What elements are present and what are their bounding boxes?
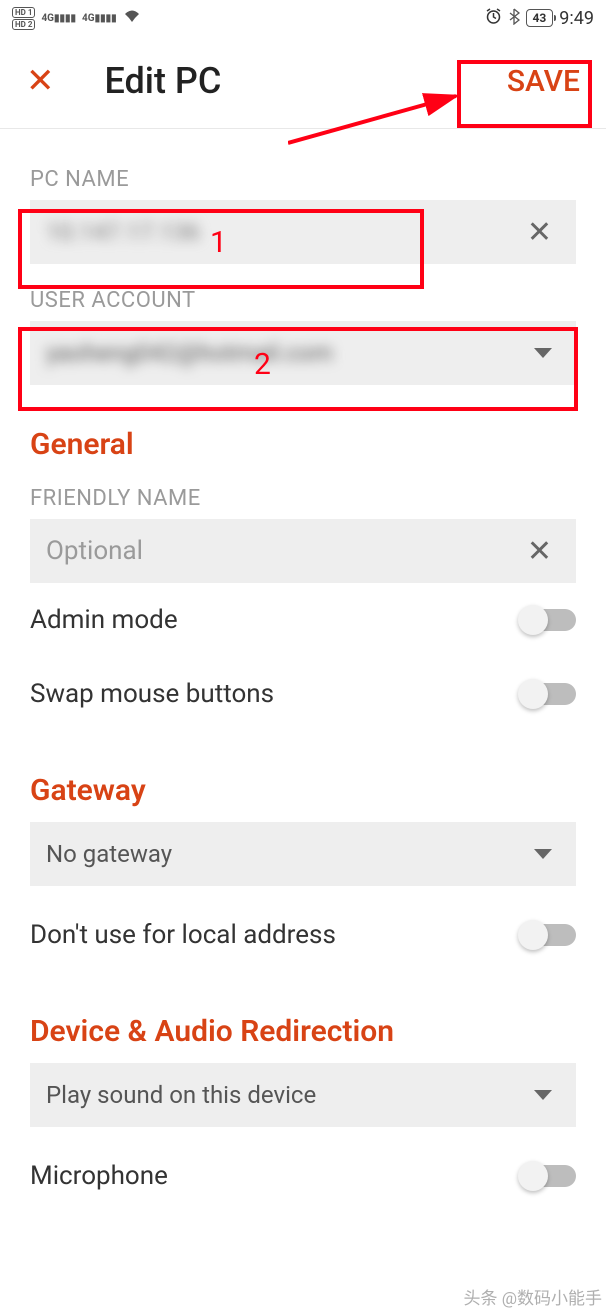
section-general: General bbox=[30, 427, 576, 462]
section-gateway: Gateway bbox=[30, 773, 576, 808]
hd1-badge: HD 1 bbox=[12, 7, 35, 18]
admin-mode-label: Admin mode bbox=[30, 605, 178, 635]
pc-name-input[interactable]: 10.147.17.136 ✕ bbox=[30, 200, 576, 264]
microphone-label: Microphone bbox=[30, 1161, 168, 1191]
save-button[interactable]: SAVE bbox=[507, 64, 580, 99]
close-icon[interactable]: ✕ bbox=[26, 64, 55, 98]
user-account-dropdown[interactable]: yaoheng042@hotmail.com bbox=[30, 321, 576, 385]
pc-name-label: PC NAME bbox=[30, 167, 576, 192]
swap-mouse-toggle[interactable] bbox=[520, 683, 576, 705]
gateway-dropdown[interactable]: No gateway bbox=[30, 822, 576, 886]
chevron-down-icon bbox=[534, 849, 552, 859]
audio-dropdown[interactable]: Play sound on this device bbox=[30, 1063, 576, 1127]
user-account-value: yaoheng042@hotmail.com bbox=[46, 339, 534, 367]
friendly-name-label: FRIENDLY NAME bbox=[30, 486, 576, 511]
clock-time: 9:49 bbox=[559, 8, 594, 29]
friendly-name-placeholder: Optional bbox=[46, 536, 519, 566]
clear-friendly-name-icon[interactable]: ✕ bbox=[519, 534, 560, 569]
bluetooth-icon bbox=[508, 8, 520, 29]
local-address-label: Don't use for local address bbox=[30, 920, 336, 950]
wifi-icon bbox=[123, 9, 141, 27]
chevron-down-icon bbox=[534, 1090, 552, 1100]
battery-indicator: 43 bbox=[526, 9, 554, 27]
watermark-text: 头条 @数码小能手 bbox=[464, 1284, 602, 1309]
signal-2: 4G ▮▮▮▮ bbox=[82, 13, 117, 24]
pc-name-value: 10.147.17.136 bbox=[46, 218, 519, 246]
local-address-toggle[interactable] bbox=[520, 924, 576, 946]
alarm-icon bbox=[485, 8, 502, 29]
gateway-value: No gateway bbox=[46, 840, 534, 868]
section-device-audio: Device & Audio Redirection bbox=[30, 1014, 576, 1049]
hd2-badge: HD 2 bbox=[12, 19, 35, 30]
user-account-label: USER ACCOUNT bbox=[30, 288, 576, 313]
signal-1: 4G ▮▮▮▮ bbox=[41, 13, 76, 24]
header: ✕ Edit PC SAVE bbox=[0, 34, 606, 129]
swap-mouse-label: Swap mouse buttons bbox=[30, 679, 274, 709]
friendly-name-input[interactable]: Optional ✕ bbox=[30, 519, 576, 583]
microphone-toggle[interactable] bbox=[520, 1165, 576, 1187]
chevron-down-icon bbox=[534, 348, 552, 358]
audio-value: Play sound on this device bbox=[46, 1081, 534, 1109]
status-bar: HD 1 HD 2 4G ▮▮▮▮ 4G ▮▮▮▮ 43 9:49 bbox=[0, 0, 606, 34]
page-title: Edit PC bbox=[105, 60, 507, 102]
admin-mode-toggle[interactable] bbox=[520, 609, 576, 631]
clear-pc-name-icon[interactable]: ✕ bbox=[519, 215, 560, 250]
